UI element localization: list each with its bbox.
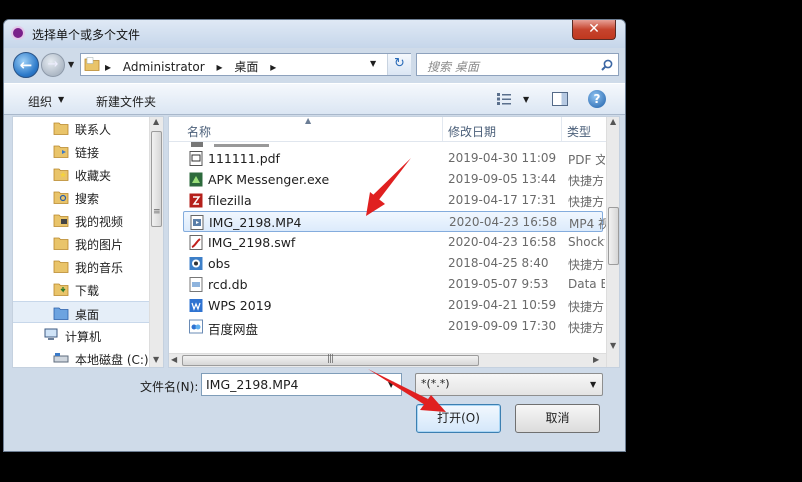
annotation-arrows — [366, 158, 446, 412]
annotation-arrow-to-file — [366, 158, 411, 216]
annotation-arrow-to-open — [368, 369, 446, 412]
